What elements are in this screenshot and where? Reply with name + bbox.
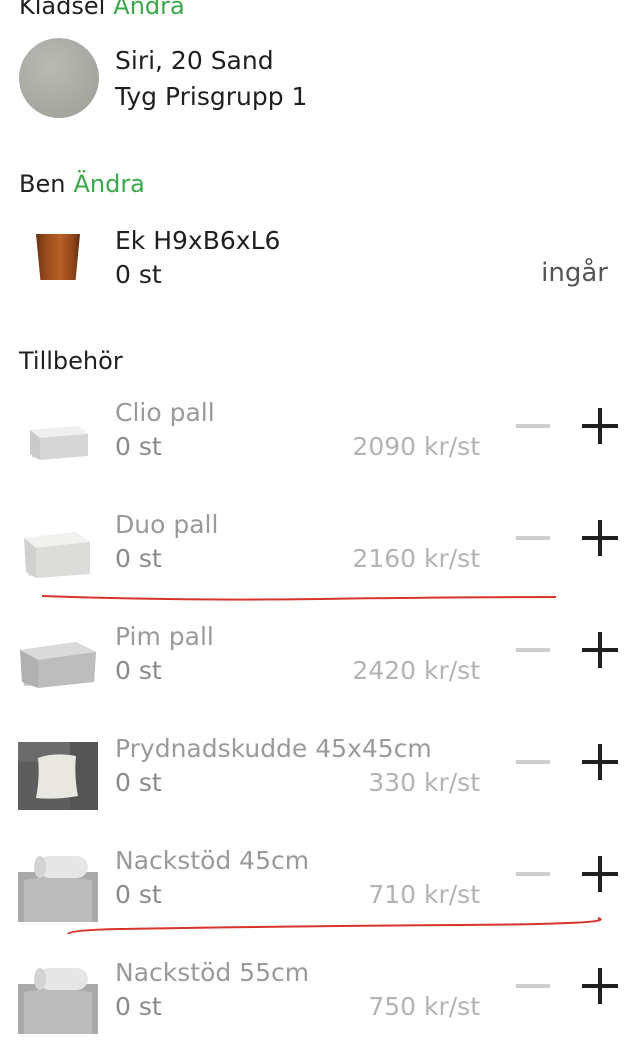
accessory-name: Pim pall xyxy=(115,622,214,651)
accessory-row: Pim pall 0 st 2420 kr/st xyxy=(0,622,630,722)
legs-section-title: Ben Ändra xyxy=(19,170,145,198)
accessory-name: Nackstöd 45cm xyxy=(115,846,310,875)
legs-qty: 0 st xyxy=(115,260,162,289)
accessory-price: 2090 kr/st xyxy=(352,432,480,461)
accessory-name: Clio pall xyxy=(115,398,215,427)
accessory-name: Prydnadskudde 45x45cm xyxy=(115,734,432,763)
accessory-price: 750 kr/st xyxy=(368,992,480,1021)
fabric-name: Siri, 20 Sand xyxy=(115,46,274,75)
decrease-button[interactable] xyxy=(516,424,550,428)
accessory-qty: 0 st xyxy=(115,880,162,909)
fabric-change-link[interactable]: Ändra xyxy=(113,0,184,20)
decrease-button[interactable] xyxy=(516,872,550,876)
accessory-qty: 0 st xyxy=(115,432,162,461)
decrease-button[interactable] xyxy=(516,984,550,988)
legs-included-text: ingår xyxy=(541,258,608,288)
accessory-qty: 0 st xyxy=(115,656,162,685)
decrease-button[interactable] xyxy=(516,648,550,652)
fabric-section-title: Klädsel Ändra xyxy=(19,0,185,20)
accessory-row: Nackstöd 55cm 0 st 750 kr/st xyxy=(0,958,630,1058)
accessory-price: 330 kr/st xyxy=(368,768,480,797)
increase-button[interactable] xyxy=(582,632,618,668)
accessory-qty: 0 st xyxy=(115,992,162,1021)
headrest-icon xyxy=(18,850,98,922)
fabric-swatch xyxy=(19,38,99,118)
legs-name: Ek H9xB6xL6 xyxy=(115,226,281,255)
accessory-qty: 0 st xyxy=(115,544,162,573)
footstool-clio-icon xyxy=(18,408,98,468)
accessory-row: Prydnadskudde 45x45cm 0 st 330 kr/st xyxy=(0,734,630,834)
increase-button[interactable] xyxy=(582,520,618,556)
accessory-price: 2160 kr/st xyxy=(352,544,480,573)
footstool-pim-icon xyxy=(18,628,98,698)
accessory-price: 710 kr/st xyxy=(368,880,480,909)
accessories-heading: Tillbehör xyxy=(19,347,123,375)
increase-button[interactable] xyxy=(582,856,618,892)
cushion-icon xyxy=(18,742,98,810)
accessory-row: Clio pall 0 st 2090 kr/st xyxy=(0,398,630,498)
increase-button[interactable] xyxy=(582,744,618,780)
leg-image xyxy=(36,234,80,280)
accessory-row: Duo pall 0 st 2160 kr/st xyxy=(0,510,630,610)
headrest-icon xyxy=(18,962,98,1034)
legs-heading: Ben xyxy=(19,170,66,198)
increase-button[interactable] xyxy=(582,408,618,444)
legs-change-link[interactable]: Ändra xyxy=(73,170,144,198)
accessory-name: Nackstöd 55cm xyxy=(115,958,310,987)
fabric-price-group: Tyg Prisgrupp 1 xyxy=(115,82,308,111)
accessory-qty: 0 st xyxy=(115,768,162,797)
fabric-heading: Klädsel xyxy=(19,0,106,20)
decrease-button[interactable] xyxy=(516,760,550,764)
increase-button[interactable] xyxy=(582,968,618,1004)
accessory-row: Nackstöd 45cm 0 st 710 kr/st xyxy=(0,846,630,946)
decrease-button[interactable] xyxy=(516,536,550,540)
footstool-duo-icon xyxy=(18,516,98,586)
accessory-price: 2420 kr/st xyxy=(352,656,480,685)
accessory-name: Duo pall xyxy=(115,510,219,539)
